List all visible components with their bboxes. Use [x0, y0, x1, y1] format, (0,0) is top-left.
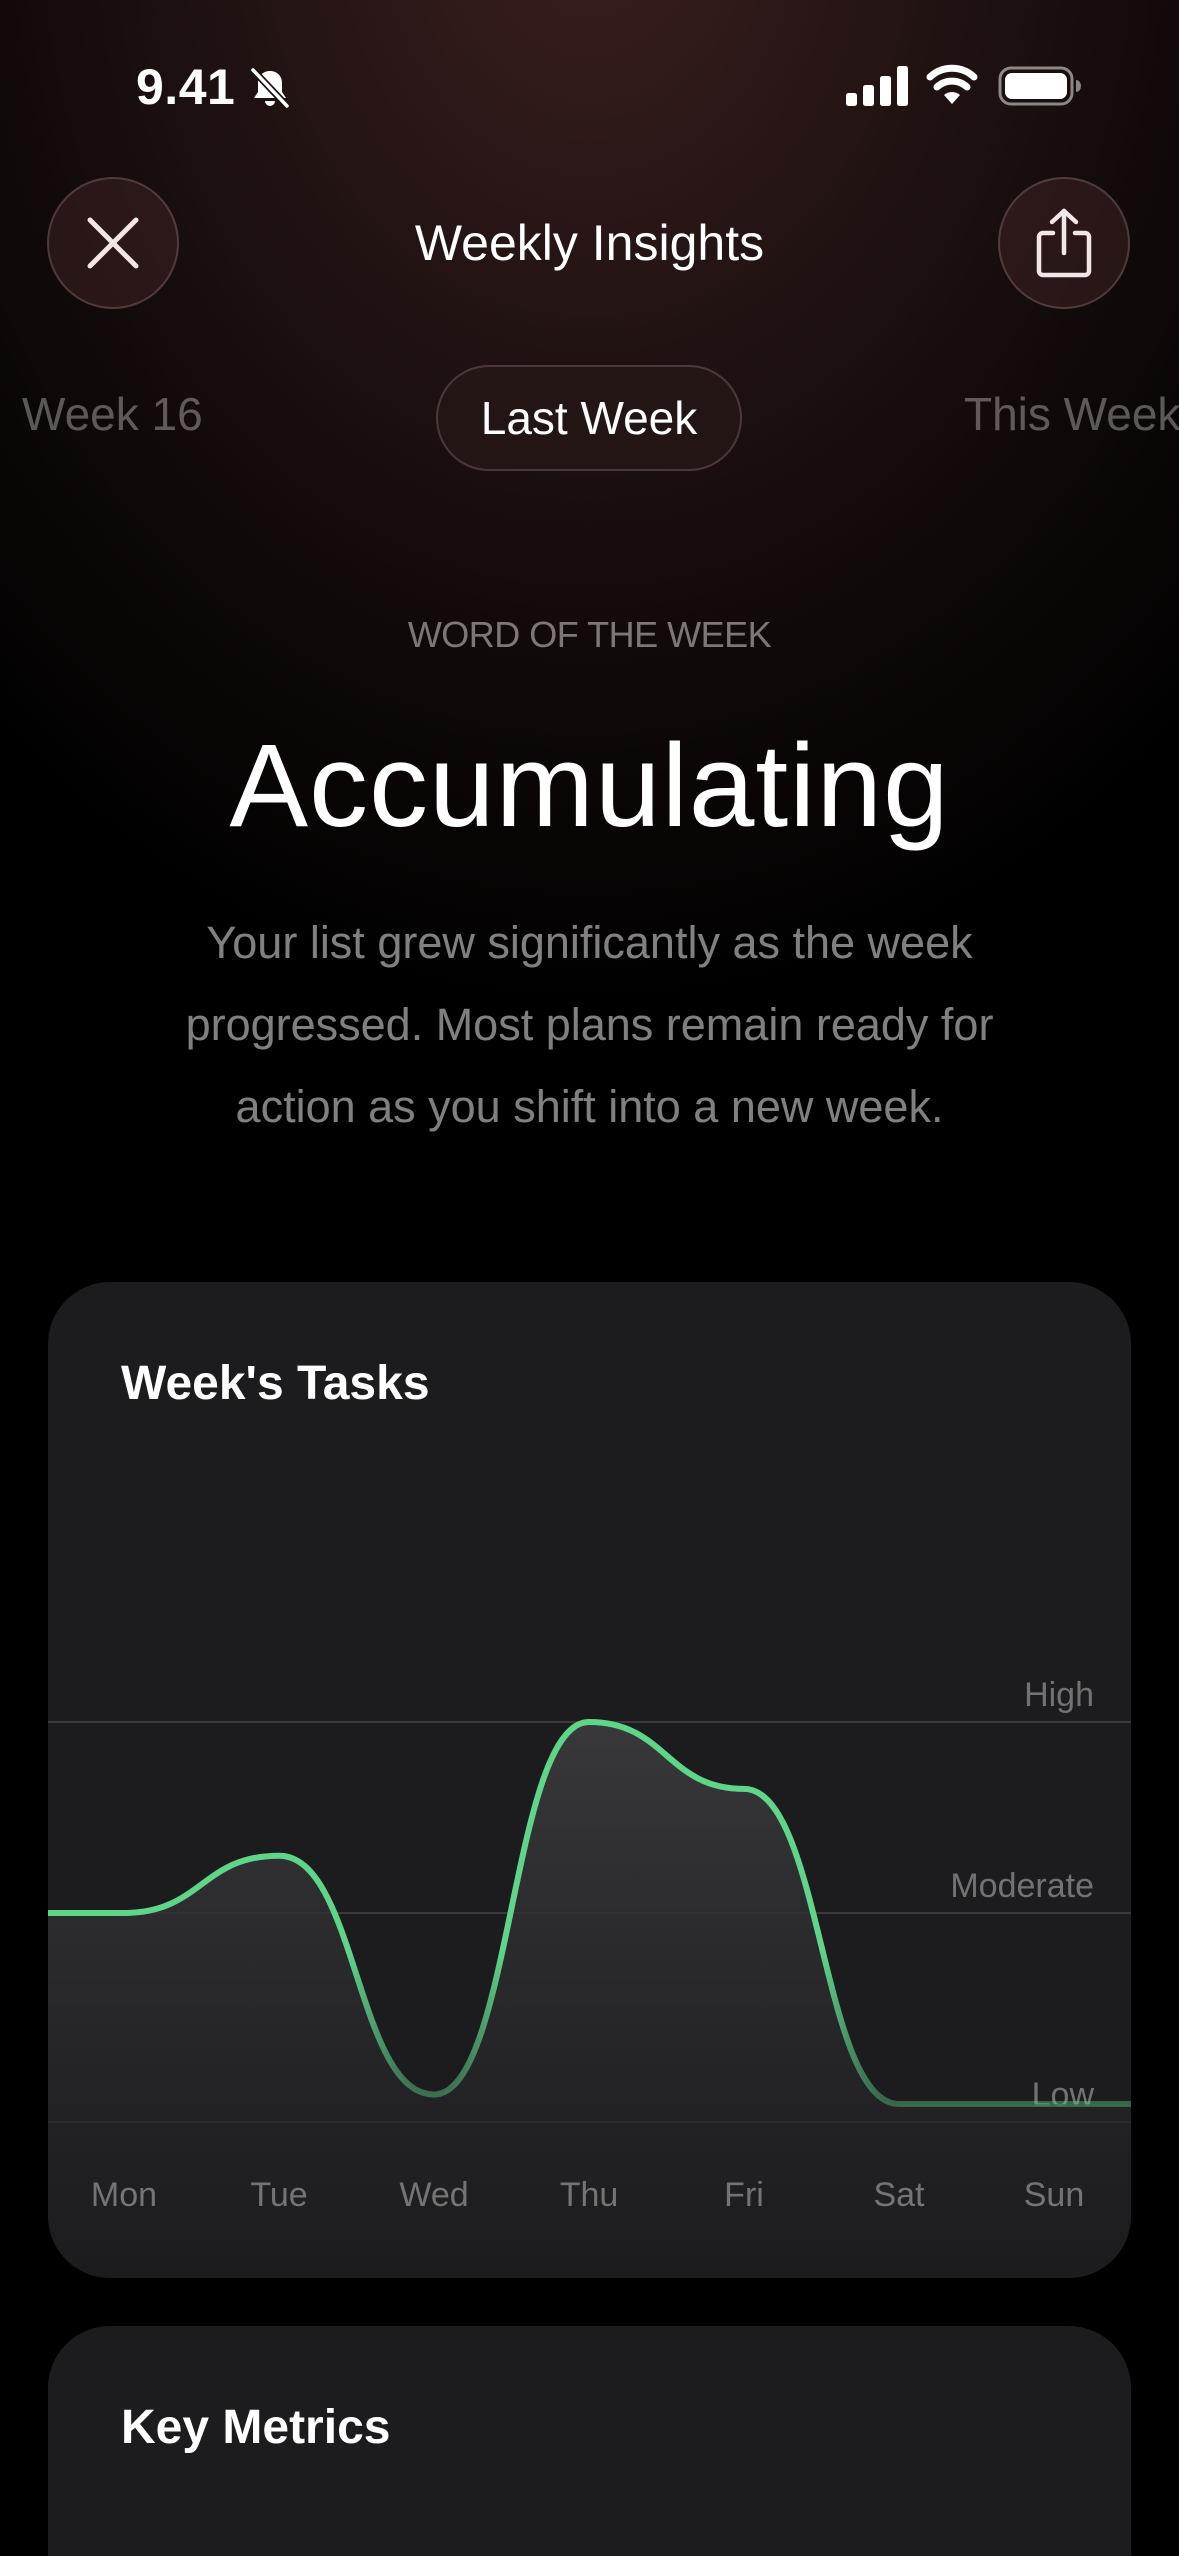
bell-slash-icon: [250, 67, 290, 109]
x-tick-label-wed: Wed: [399, 2176, 468, 2214]
week-option-next[interactable]: This Week: [964, 387, 1179, 441]
share-icon: [1036, 208, 1092, 278]
x-tick-label-thu: Thu: [560, 2176, 619, 2214]
key-metrics-card: Key Metrics: [48, 2326, 1131, 2556]
wifi-icon: [926, 64, 978, 104]
week-option-previous[interactable]: Week 16: [22, 387, 203, 441]
key-metrics-title: Key Metrics: [121, 2401, 391, 2454]
word-of-week: Accumulating: [229, 720, 950, 852]
x-tick-label-sun: Sun: [1024, 2176, 1085, 2214]
y-level-label-high: High: [1024, 1676, 1094, 1714]
week-option-current-label: Last Week: [480, 392, 698, 444]
battery-icon: [998, 66, 1081, 106]
x-tick-label-tue: Tue: [250, 2176, 307, 2214]
share-button[interactable]: [998, 177, 1130, 309]
word-of-week-description: Your list grew significantly as the week…: [185, 917, 994, 1132]
y-level-label-moderate: Moderate: [950, 1867, 1094, 1905]
word-of-week-label: WORD OF THE WEEK: [407, 614, 772, 655]
x-tick-label-sat: Sat: [873, 2176, 925, 2214]
weeks-tasks-card: Week's Tasks Low Moderate High Mon Tue Wed Thu…: [48, 1282, 1131, 2278]
x-tick-label-fri: Fri: [724, 2176, 764, 2214]
status-time: 9.41: [136, 59, 236, 115]
weeks-tasks-chart: LowModerateHighMon Tue Wed Thu Fri Sat Sun: [48, 1676, 1131, 2278]
week-option-current[interactable]: Last Week: [436, 365, 742, 471]
x-tick-label-mon: Mon: [91, 2176, 157, 2214]
cellular-signal-icon: [846, 66, 908, 106]
